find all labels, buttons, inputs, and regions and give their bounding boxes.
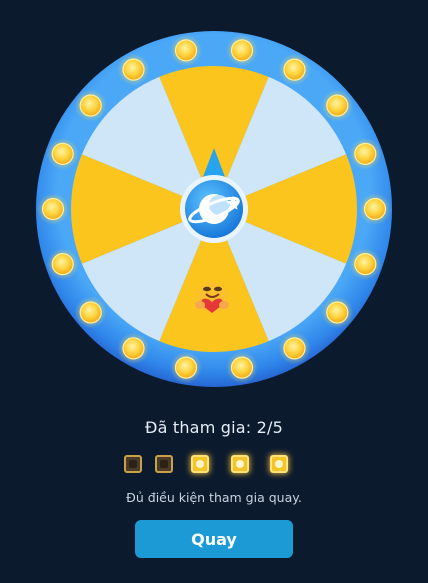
participant-slot-filled <box>191 455 209 473</box>
spin-button[interactable]: Quay <box>135 520 293 558</box>
wheel-bulb-light <box>51 142 74 165</box>
participants-count: Đã tham gia: 2/5 <box>144 418 283 437</box>
wheel-bulb-light <box>230 356 254 379</box>
wheel-bulb-light <box>363 197 387 221</box>
wheel-bulb-light <box>122 58 145 81</box>
participant-slot-empty <box>155 455 173 473</box>
planet-logo-icon[interactable] <box>180 175 248 243</box>
wheel-bulb-light <box>174 39 198 62</box>
wheel-bulb-light <box>326 301 349 324</box>
participant-slot-empty <box>124 455 142 473</box>
wheel-bulb-light <box>354 253 377 276</box>
eligibility-message: Đủ điều kiện tham gia quay. <box>126 490 302 505</box>
wheel-bulb-light <box>122 337 145 360</box>
wheel-bulb-light <box>230 39 254 62</box>
wheel-bulb-light <box>41 197 65 221</box>
participant-slot-filled <box>270 455 288 473</box>
participant-slot-filled <box>231 455 249 473</box>
wheel-bulb-light <box>283 58 306 81</box>
wheel-bulb-light <box>326 94 349 117</box>
wheel-bulb-light <box>79 301 102 324</box>
wheel-graphic <box>36 31 392 387</box>
wheel-bulb-light <box>51 253 74 276</box>
lucky-wheel <box>0 0 428 410</box>
participant-slots <box>0 455 428 473</box>
wheel-bulb-light <box>283 337 306 360</box>
wheel-bulb-light <box>79 94 102 117</box>
wheel-bulb-light <box>354 142 377 165</box>
wheel-bulb-light <box>174 356 198 379</box>
